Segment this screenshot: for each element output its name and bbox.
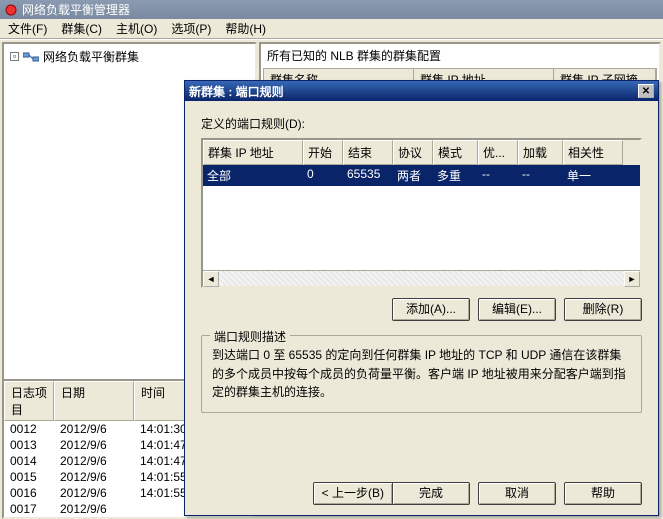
log-cell: 2012/9/6 bbox=[54, 501, 134, 517]
rules-hscroll[interactable]: ◄ ► bbox=[203, 270, 640, 286]
edit-button[interactable]: 编辑(E)... bbox=[478, 298, 556, 321]
close-icon[interactable]: ✕ bbox=[638, 84, 654, 98]
log-cell: 0016 bbox=[4, 485, 54, 501]
rules-col[interactable]: 相关性 bbox=[563, 140, 623, 165]
rule-buttons: 添加(A)... 编辑(E)... 删除(R) bbox=[201, 298, 642, 321]
rules-col[interactable]: 模式 bbox=[433, 140, 478, 165]
log-cell: 0015 bbox=[4, 469, 54, 485]
log-cell: 2012/9/6 bbox=[54, 421, 134, 437]
group-legend: 端口规则描述 bbox=[210, 328, 290, 345]
scroll-right-icon[interactable]: ► bbox=[624, 271, 640, 287]
add-button[interactable]: 添加(A)... bbox=[392, 298, 470, 321]
menu-host[interactable]: 主机(O) bbox=[110, 18, 163, 39]
dialog-titlebar[interactable]: 新群集 : 端口规则 ✕ bbox=[185, 81, 658, 101]
menu-cluster[interactable]: 群集(C) bbox=[55, 18, 108, 39]
right-header-title: 所有已知的 NLB 群集的群集配置 bbox=[267, 47, 653, 64]
rules-col[interactable]: 加载 bbox=[518, 140, 563, 165]
defined-rules-label: 定义的端口规则(D): bbox=[201, 115, 642, 132]
menu-options[interactable]: 选项(P) bbox=[165, 18, 217, 39]
cluster-icon bbox=[23, 51, 39, 63]
log-cell: 0013 bbox=[4, 437, 54, 453]
log-cell: 0014 bbox=[4, 453, 54, 469]
table-cell: -- bbox=[478, 165, 518, 186]
scroll-track[interactable] bbox=[219, 271, 624, 286]
port-rules-dialog: 新群集 : 端口规则 ✕ 定义的端口规则(D): 群集 IP 地址开始结束协议模… bbox=[184, 80, 659, 516]
log-col-date[interactable]: 日期 bbox=[54, 381, 134, 421]
remove-button[interactable]: 删除(R) bbox=[564, 298, 642, 321]
app-icon bbox=[4, 3, 18, 17]
rules-col[interactable]: 协议 bbox=[393, 140, 433, 165]
cancel-button[interactable]: 取消 bbox=[478, 482, 556, 505]
table-row[interactable]: 全部065535两者多重----单一 bbox=[203, 165, 640, 186]
table-cell: 两者 bbox=[393, 165, 433, 186]
dialog-body: 定义的端口规则(D): 群集 IP 地址开始结束协议模式优...加载相关性 全部… bbox=[185, 101, 658, 515]
rule-description-group: 端口规则描述 到达端口 0 至 65535 的定向到任何群集 IP 地址的 TC… bbox=[201, 335, 642, 413]
scroll-left-icon[interactable]: ◄ bbox=[203, 271, 219, 287]
table-cell: -- bbox=[518, 165, 563, 186]
menu-help[interactable]: 帮助(H) bbox=[219, 18, 272, 39]
table-cell: 单一 bbox=[563, 165, 623, 186]
rule-description-text: 到达端口 0 至 65535 的定向到任何群集 IP 地址的 TCP 和 UDP… bbox=[212, 346, 631, 402]
menu-file[interactable]: 文件(F) bbox=[2, 18, 53, 39]
log-col-item[interactable]: 日志项目 bbox=[4, 381, 54, 421]
log-cell: 2012/9/6 bbox=[54, 485, 134, 501]
table-cell: 65535 bbox=[343, 165, 393, 186]
rules-col[interactable]: 开始 bbox=[303, 140, 343, 165]
log-cell: 2012/9/6 bbox=[54, 437, 134, 453]
rules-listview[interactable]: 群集 IP 地址开始结束协议模式优...加载相关性 全部065535两者多重--… bbox=[201, 138, 642, 288]
expand-icon[interactable]: ▫ bbox=[10, 52, 19, 61]
menu-bar: 文件(F) 群集(C) 主机(O) 选项(P) 帮助(H) bbox=[0, 19, 663, 39]
log-cell: 0017 bbox=[4, 501, 54, 517]
back-button[interactable]: < 上一步(B) bbox=[313, 482, 393, 505]
dialog-title-text: 新群集 : 端口规则 bbox=[189, 83, 284, 100]
table-cell: 全部 bbox=[203, 165, 303, 186]
finish-button[interactable]: 完成 bbox=[392, 482, 470, 505]
rules-col[interactable]: 结束 bbox=[343, 140, 393, 165]
table-cell: 0 bbox=[303, 165, 343, 186]
app-title-text: 网络负载平衡管理器 bbox=[22, 1, 130, 18]
help-button[interactable]: 帮助 bbox=[564, 482, 642, 505]
wizard-nav: < 上一步(B) 完成 取消 帮助 bbox=[201, 482, 642, 505]
tree-root-item[interactable]: ▫ 网络负载平衡群集 bbox=[4, 44, 255, 69]
tree-root-label: 网络负载平衡群集 bbox=[43, 48, 139, 65]
rules-col[interactable]: 优... bbox=[478, 140, 518, 165]
rules-col[interactable]: 群集 IP 地址 bbox=[203, 140, 303, 165]
log-cell: 2012/9/6 bbox=[54, 469, 134, 485]
rules-columns: 群集 IP 地址开始结束协议模式优...加载相关性 bbox=[203, 140, 640, 165]
log-cell: 2012/9/6 bbox=[54, 453, 134, 469]
rules-rows[interactable]: 全部065535两者多重----单一 bbox=[203, 165, 640, 270]
app-titlebar: 网络负载平衡管理器 bbox=[0, 0, 663, 19]
table-cell: 多重 bbox=[433, 165, 478, 186]
log-cell: 0012 bbox=[4, 421, 54, 437]
